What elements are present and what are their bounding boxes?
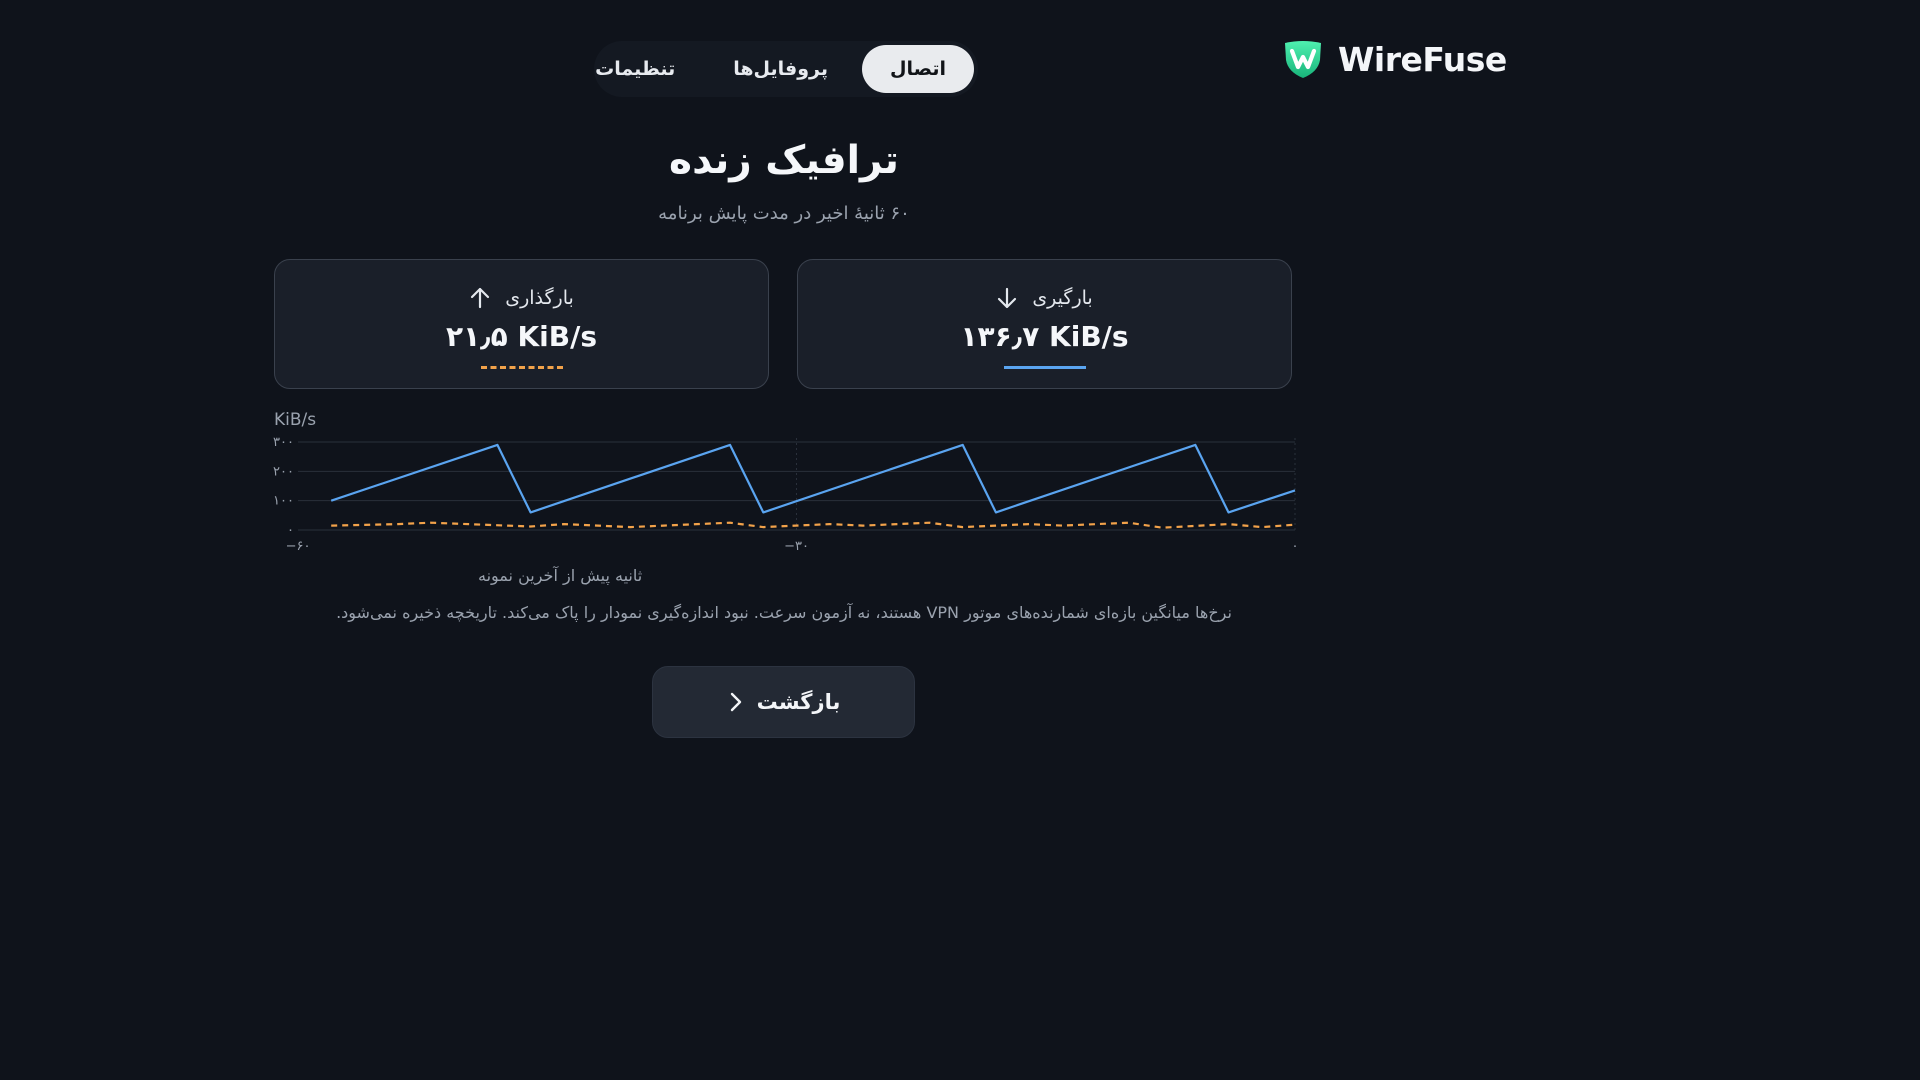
download-card: بارگیری ۱۳۶٫۷ KiB/s	[797, 259, 1292, 389]
chart-ytick-label: ۰	[287, 523, 294, 538]
upload-legend-line	[480, 366, 563, 369]
upload-label: بارگذاری	[505, 287, 574, 309]
tab-connection[interactable]: اتصال	[862, 45, 974, 93]
page-subtitle: ۶۰ ثانیهٔ اخیر در مدت پایش برنامه	[658, 203, 910, 224]
chart-series-download	[330, 443, 1296, 514]
upload-card: بارگذاری ۲۱٫۵ KiB/s	[274, 259, 769, 389]
download-label: بارگیری	[1032, 287, 1093, 309]
chart-ytick-label: ۲۰۰	[273, 464, 294, 479]
chart-series-upload	[331, 521, 1296, 529]
upload-value: ۲۱٫۵ KiB/s	[445, 320, 598, 353]
chart-xtick-label: −۳۰	[784, 539, 809, 554]
chevron-right-icon	[730, 692, 741, 712]
download-legend-line	[1003, 366, 1086, 369]
arrow-down-icon	[998, 287, 1017, 309]
download-card-header: بارگیری	[798, 286, 1291, 310]
back-button-label: بازگشت	[756, 690, 841, 714]
brand: WireFuse	[1282, 38, 1507, 80]
chart-ytick-label: ۳۰۰	[273, 435, 294, 450]
chart-xlabel: ثانیه پیش از آخرین نمونه	[478, 566, 642, 586]
back-button[interactable]: بازگشت	[652, 666, 915, 738]
upload-card-header: بارگذاری	[275, 286, 768, 310]
arrow-up-icon	[471, 287, 490, 309]
chart-ytick-label: ۱۰۰	[273, 494, 294, 509]
traffic-chart-svg: KiB/s ۰ ۱۰۰ ۲۰۰ ۳۰۰ −۶۰ −۳۰ ۰ ثانیه پیش از آخرین…	[273, 410, 1299, 586]
chart-xtick-label: ۰	[1292, 539, 1299, 554]
top-nav: اتصال پروفایل‌ها تنظیمات	[594, 41, 978, 97]
tab-profiles[interactable]: پروفایل‌ها	[705, 45, 856, 93]
chart-ylabel: KiB/s	[274, 410, 316, 430]
wirefuse-logo-icon	[1285, 41, 1321, 78]
chart-xtick-label: −۶۰	[286, 539, 311, 554]
traffic-chart: KiB/s ۰ ۱۰۰ ۲۰۰ ۳۰۰ −۶۰ −۳۰ ۰ ثانیه پیش از آخرین…	[262, 405, 1312, 595]
download-value: ۱۳۶٫۷ KiB/s	[960, 320, 1129, 353]
page-title: ترافیک زنده	[669, 138, 899, 183]
footer-note: نرخ‌ها میانگین بازه‌ای شمارنده‌های موتور…	[336, 603, 1232, 622]
brand-name: WireFuse	[1338, 39, 1507, 79]
app-window: WireFuse اتصال پروفایل‌ها تنظیمات ترافیک…	[0, 0, 1568, 882]
tab-settings[interactable]: تنظیمات	[567, 45, 703, 93]
